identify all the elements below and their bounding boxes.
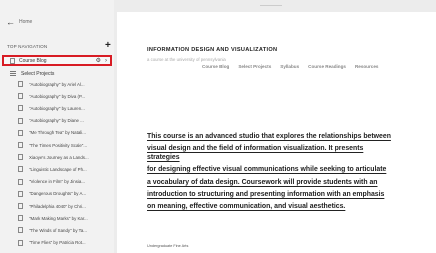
page-icon [18, 203, 23, 209]
page-icon [18, 154, 23, 161]
sidebar: ← Home TOP NAVIGATION + Course Blog ⚙ › … [0, 0, 114, 253]
project-label: "Time Flies" by Patricia Rot... [29, 240, 86, 246]
project-label: "The Winds of Sandy" by Ta... [29, 227, 87, 233]
project-label: "Autobiography" by Ariel Al... [29, 81, 85, 87]
description-line: strategies [147, 153, 180, 161]
nav-header-label: TOP NAVIGATION [7, 43, 48, 49]
description-line: visual design and the field of informati… [147, 145, 364, 153]
page-icon [18, 227, 23, 234]
menu-link-select-projects[interactable]: Select Projects [238, 64, 271, 69]
project-list-item[interactable]: "Time Flies" by Patricia Rot... [18, 238, 112, 248]
site-preview: INFORMATION DESIGN AND VISUALIZATION a c… [117, 12, 436, 253]
page-icon [18, 117, 23, 124]
page-icon [18, 178, 23, 185]
site-footer: Undergraduate Fine Arts [147, 244, 189, 248]
project-list-item[interactable]: "Me Through Tea" by Natali... [18, 128, 112, 138]
top-bar-handle [260, 5, 282, 6]
page-icon [18, 93, 23, 100]
description-line: a vocabulary of data design. Coursework … [147, 178, 378, 186]
nav-item-label: Course Blog [19, 57, 47, 64]
site-menu: Course Blog Select Projects Syllabus Cou… [202, 64, 378, 69]
page-icon [18, 81, 23, 87]
project-label: "Autobiography" by Lauren... [29, 105, 85, 111]
menu-link-syllabus[interactable]: Syllabus [280, 64, 299, 69]
menu-link-resources[interactable]: Resources [355, 64, 379, 69]
project-list-item[interactable]: "Philadelphia 4040" by Chri... [18, 201, 112, 211]
menu-link-course-blog[interactable]: Course Blog [202, 64, 229, 69]
page-icon [10, 57, 15, 64]
page-icon [18, 142, 23, 148]
menu-link-course-readings[interactable]: Course Readings [308, 64, 346, 69]
project-list-item[interactable]: "Autobiography" by Diva (P... [18, 91, 112, 101]
project-label: "Dangerous Droughts" by A... [29, 191, 87, 197]
project-label: "Me Through Tea" by Natali... [29, 130, 86, 136]
page-icon [18, 239, 23, 246]
project-list-item[interactable]: "Mark Making Marks" by Kar... [18, 213, 112, 223]
description-line: introduction to structuring and presenti… [147, 191, 385, 199]
project-list-item[interactable]: "Dangerous Droughts" by A... [18, 189, 112, 199]
site-subtitle: a course at the university of pennsylvan… [147, 57, 226, 62]
nav-item-course-blog[interactable]: Course Blog ⚙ › [2, 55, 112, 66]
page-icon [18, 190, 23, 197]
page-icon [18, 215, 23, 222]
top-navigation-header: TOP NAVIGATION + [7, 41, 113, 51]
project-list-item[interactable]: "The Times Positivity Scale"... [18, 140, 112, 150]
description-line: for designing effective visual communica… [147, 166, 387, 174]
description-line: on meaning, effective communication, and… [147, 203, 346, 211]
project-list-item[interactable]: "Autobiography" by Diane ... [18, 116, 112, 126]
project-list-item[interactable]: "Linguistic Landscape of Ph... [18, 164, 112, 174]
nav-item-label: Select Projects [21, 70, 55, 77]
project-list-item[interactable]: "The Winds of Sandy" by Ta... [18, 225, 112, 235]
project-label: "Philadelphia 4040" by Chri... [29, 203, 86, 209]
chevron-right-icon[interactable]: › [105, 58, 107, 64]
project-list-item[interactable]: Xiaoye's Journey as a Lands... [18, 152, 112, 162]
gear-icon[interactable]: ⚙ [96, 57, 101, 64]
project-label: "Mark Making Marks" by Kar... [29, 215, 88, 221]
course-description: This course is an advanced studio that e… [147, 133, 391, 216]
arrow-left-icon: ← [6, 17, 15, 27]
back-home-link[interactable]: ← Home [6, 17, 33, 27]
project-list-item[interactable]: "Violence in Film" by Jinsia... [18, 177, 112, 187]
project-label: Xiaoye's Journey as a Lands... [29, 154, 89, 160]
project-label: "The Times Positivity Scale"... [29, 142, 88, 148]
add-icon[interactable]: + [105, 41, 111, 51]
page-icon [18, 166, 23, 173]
page-icon [18, 105, 23, 112]
site-title: INFORMATION DESIGN AND VISUALIZATION [147, 47, 278, 53]
project-label: "Autobiography" by Diva (P... [29, 93, 85, 99]
description-line: This course is an advanced studio that e… [147, 133, 391, 140]
project-list-item[interactable]: "Autobiography" by Lauren... [18, 103, 112, 113]
page-icon [18, 129, 23, 136]
top-bar [117, 0, 436, 12]
back-label: Home [19, 19, 33, 25]
project-label: "Autobiography" by Diane ... [29, 118, 84, 124]
project-label: "Linguistic Landscape of Ph... [29, 166, 87, 172]
folder-list-icon [10, 71, 16, 76]
project-label: "Violence in Film" by Jinsia... [29, 179, 85, 185]
project-list-item[interactable]: "Autobiography" by Ariel Al... [18, 79, 112, 89]
nav-item-select-projects[interactable]: Select Projects [2, 68, 112, 79]
